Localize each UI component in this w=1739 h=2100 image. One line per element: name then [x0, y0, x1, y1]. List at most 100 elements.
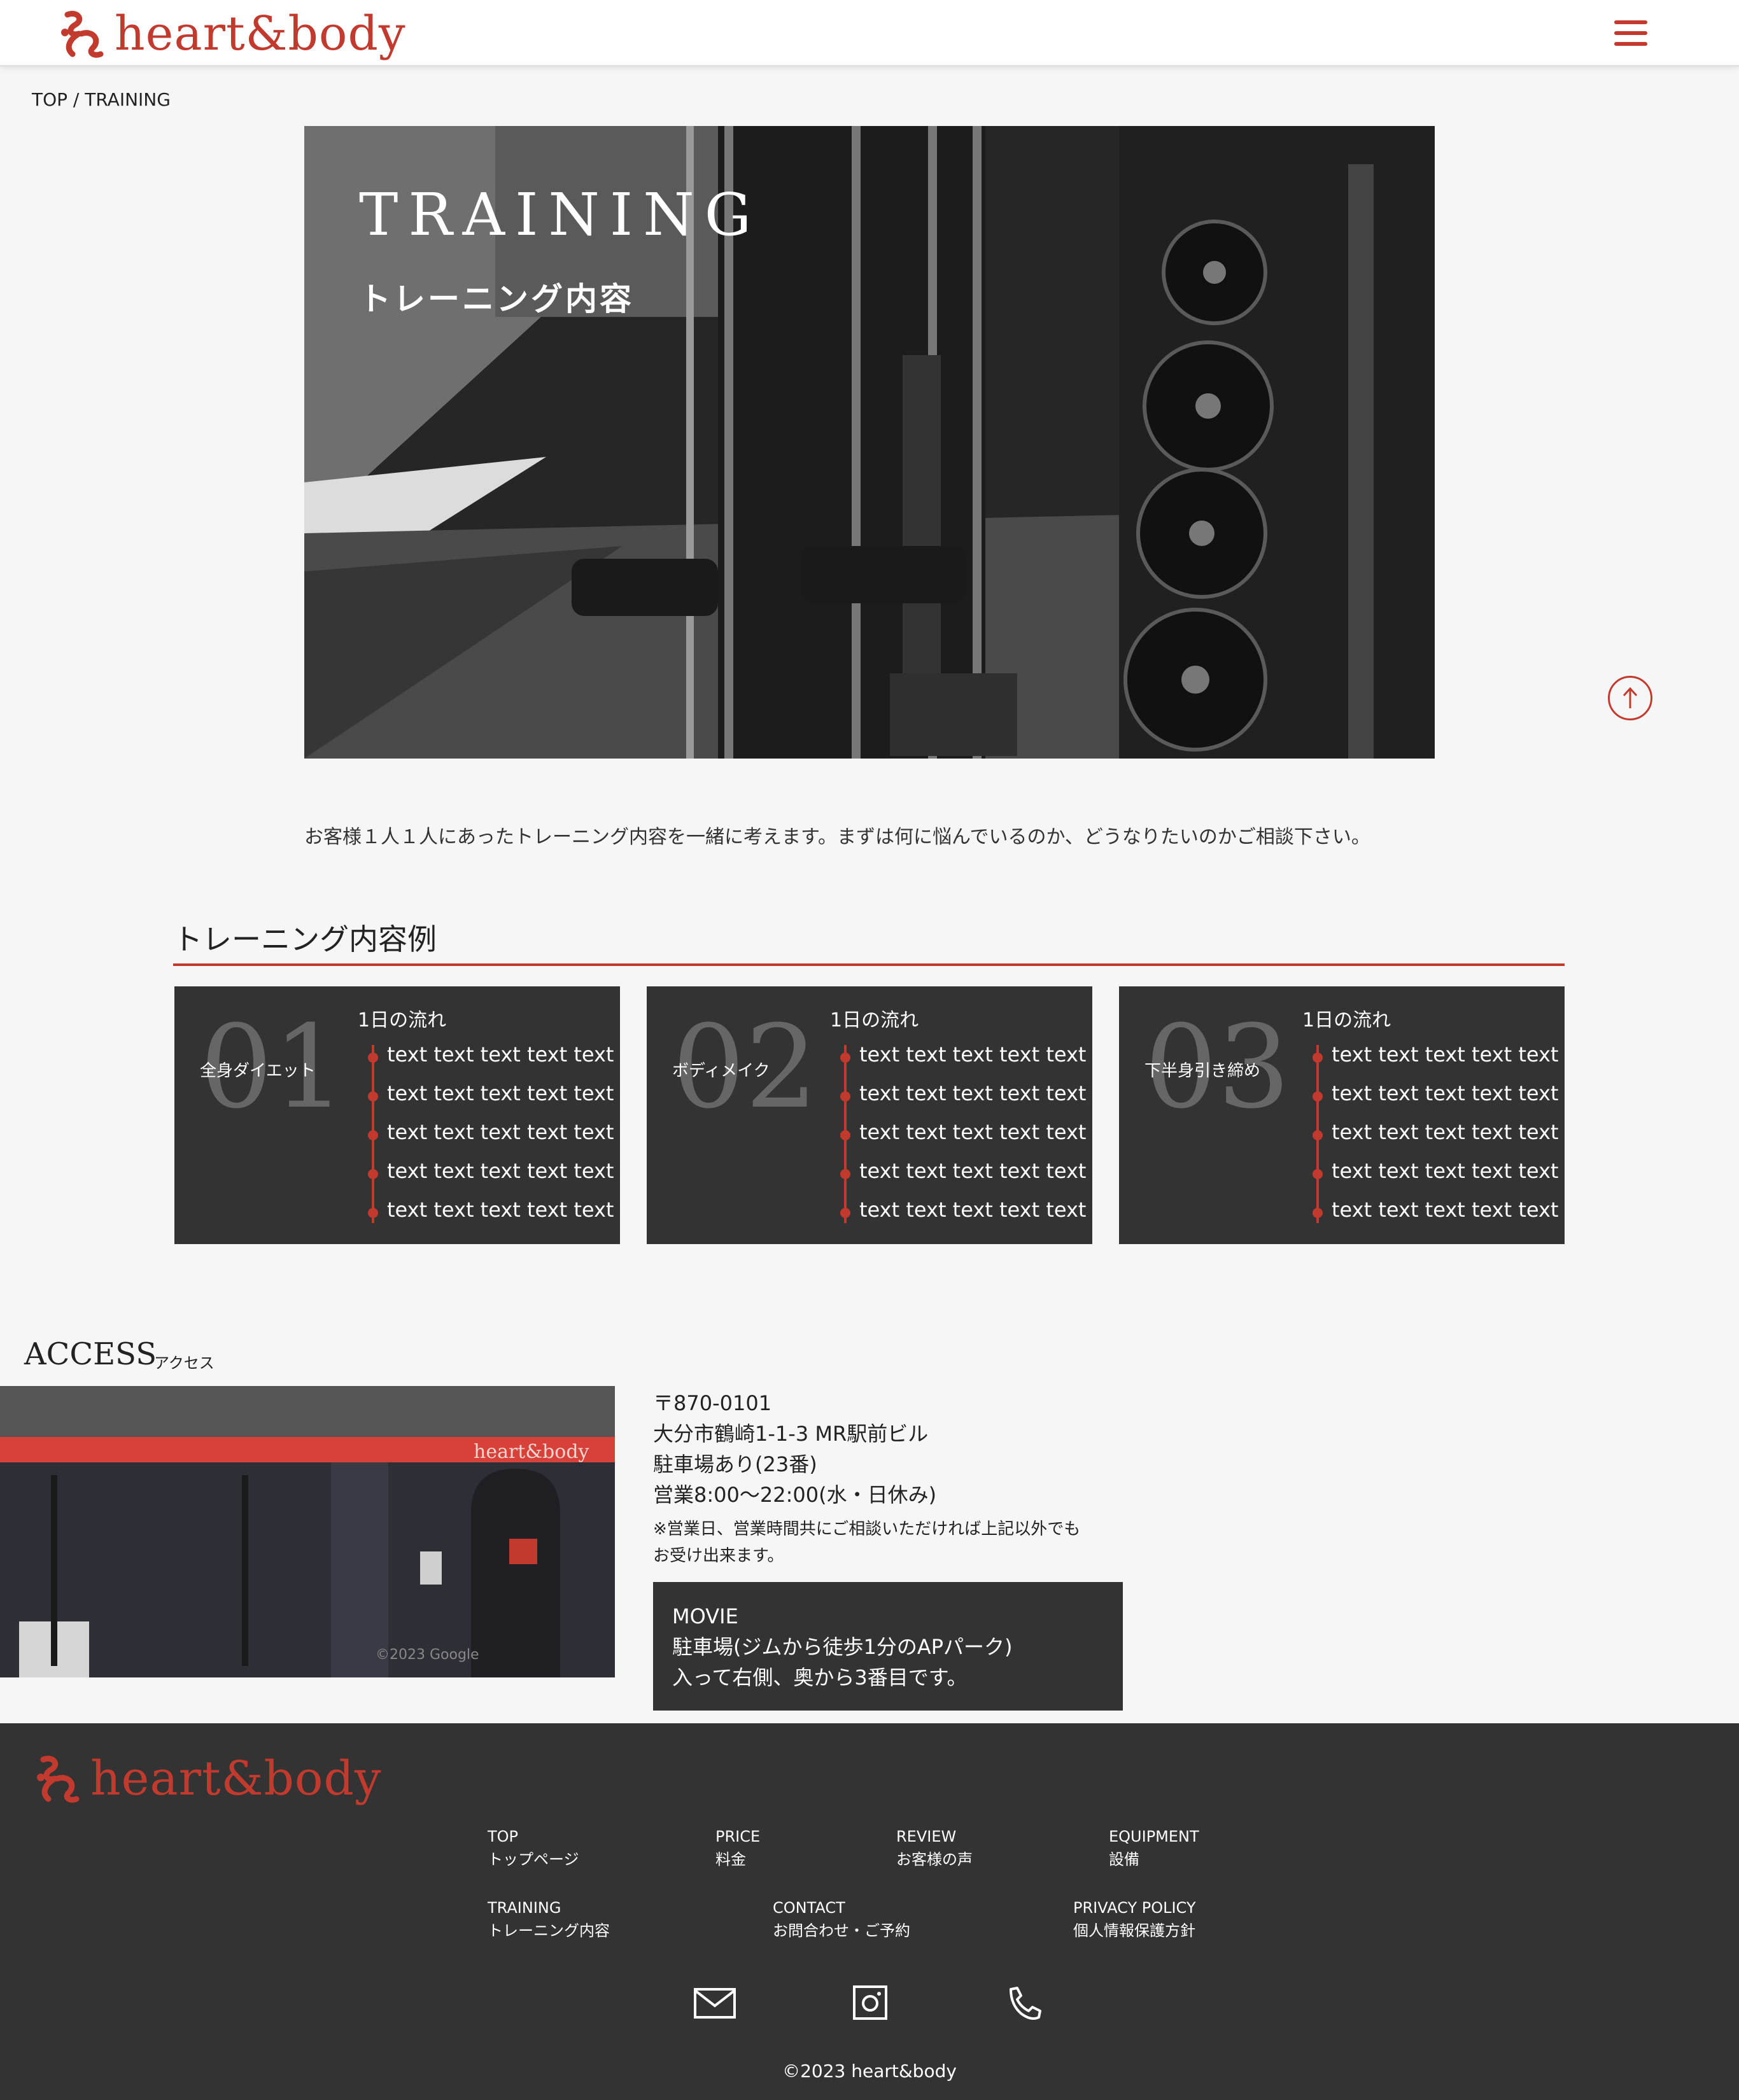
flow-item: text text text text text	[859, 1159, 1087, 1183]
storefront-image	[0, 1386, 615, 1677]
footer-nav-price[interactable]: PRICE 料金	[715, 1825, 760, 1871]
example-card: 02 ボディメイク 1日の流れ text text text text text…	[647, 986, 1092, 1244]
flow-label: 1日の流れ	[1302, 1009, 1391, 1032]
store-sign: heart&body	[474, 1441, 589, 1463]
nav-en: TRAINING	[488, 1899, 561, 1917]
flow-item: text text text text text	[859, 1042, 1087, 1067]
flow-item: text text text text text	[859, 1081, 1087, 1105]
timeline-dot	[368, 1130, 378, 1140]
timeline-dot	[840, 1091, 850, 1102]
brand-swirl-icon	[37, 1756, 80, 1803]
arrow-up-icon	[1623, 687, 1638, 708]
hamburger-menu-icon[interactable]	[1614, 20, 1647, 46]
menu-bar	[1614, 31, 1647, 35]
flow-item: text text text text text	[1332, 1198, 1559, 1222]
flow-item: text text text text text	[387, 1120, 614, 1144]
nav-ja: お問合わせ・ご予約	[773, 1922, 910, 1940]
examples-title: トレーニング内容例	[173, 922, 437, 956]
flow-item: text text text text text	[859, 1120, 1087, 1144]
timeline-dot	[368, 1208, 378, 1218]
footer-nav-training[interactable]: TRAINING トレーニング内容	[488, 1896, 610, 1942]
section-divider	[173, 963, 1565, 966]
mail-icon[interactable]	[693, 1985, 737, 2021]
instagram-icon[interactable]	[847, 1985, 891, 2021]
nav-ja: トップページ	[488, 1851, 579, 1868]
copyright: ©2023 heart&body	[782, 2061, 957, 2082]
menu-bar	[1614, 42, 1647, 46]
flow-item: text text text text text	[387, 1042, 614, 1067]
timeline-dot	[840, 1130, 850, 1140]
store-photo: heart&body ©2023 Google	[0, 1386, 615, 1677]
intro-text: お客様１人１人にあったトレーニング内容を一緒に考えます。まずは何に悩んでいるのか…	[304, 826, 1370, 848]
footer-nav-review[interactable]: REVIEW お客様の声	[896, 1825, 973, 1871]
footer-nav-top[interactable]: TOP トップページ	[488, 1825, 579, 1871]
timeline-dot	[368, 1169, 378, 1179]
movie-text: 入って右側、奥から3番目です。	[672, 1665, 968, 1690]
flow-item: text text text text text	[1332, 1081, 1559, 1105]
access-subtitle: アクセス	[154, 1354, 215, 1372]
timeline-dot	[1313, 1091, 1323, 1102]
timeline-dot	[1313, 1053, 1323, 1063]
nav-ja: お客様の声	[896, 1851, 973, 1868]
hero-image: TRAINING トレーニング内容	[304, 126, 1435, 759]
nav-ja: 料金	[715, 1851, 746, 1868]
hero-subtitle: トレーニング内容	[359, 280, 634, 318]
flow-item: text text text text text	[387, 1159, 614, 1183]
address-line: 〒870-0101	[653, 1391, 772, 1415]
example-card: 01 全身ダイエット 1日の流れ text text text text tex…	[174, 986, 620, 1244]
flow-item: text text text text text	[1332, 1042, 1559, 1067]
card-name: 下半身引き締め	[1144, 1061, 1261, 1081]
example-card: 03 下半身引き締め 1日の流れ text text text text tex…	[1119, 986, 1565, 1244]
flow-item: text text text text text	[387, 1198, 614, 1222]
menu-bar	[1614, 20, 1647, 24]
nav-en: REVIEW	[896, 1828, 957, 1845]
flow-item: text text text text text	[1332, 1120, 1559, 1144]
flow-item: text text text text text	[859, 1198, 1087, 1222]
photo-credit: ©2023 Google	[376, 1647, 479, 1663]
timeline-dot	[1313, 1169, 1323, 1179]
logo-text: heart&body	[115, 6, 406, 61]
timeline-dot	[840, 1053, 850, 1063]
nav-en: PRICE	[715, 1828, 761, 1845]
address-line: 大分市鶴崎1-1-3 MR駅前ビル	[653, 1422, 929, 1446]
nav-en: PRIVACY POLICY	[1073, 1899, 1196, 1917]
movie-box[interactable]: MOVIE 駐車場(ジムから徒歩1分のAPパーク) 入って右側、奥から3番目です…	[653, 1582, 1123, 1711]
footer-logo-text: heart&body	[90, 1751, 382, 1806]
site-header: heart&body	[0, 0, 1739, 67]
timeline-dot	[1313, 1208, 1323, 1218]
brand-swirl-icon	[61, 11, 104, 58]
hours-note: ※営業日、営業時間共にご相談いただければ上記以外でも	[653, 1520, 1081, 1539]
nav-en: CONTACT	[773, 1899, 845, 1917]
hours-note: お受け出来ます。	[653, 1546, 784, 1565]
nav-ja: 個人情報保護方針	[1073, 1922, 1195, 1940]
card-name: 全身ダイエット	[200, 1061, 316, 1081]
card-name: ボディメイク	[672, 1061, 770, 1081]
phone-icon[interactable]	[1002, 1985, 1046, 2021]
timeline-dot	[1313, 1130, 1323, 1140]
timeline-dot	[840, 1169, 850, 1179]
footer-logo[interactable]: heart&body	[32, 1751, 382, 1806]
hero-title: TRAINING	[359, 181, 762, 249]
footer-nav-equipment[interactable]: EQUIPMENT 設備	[1109, 1825, 1199, 1871]
hours-line: 営業8:00〜22:00(水・日休み)	[653, 1483, 937, 1507]
nav-en: EQUIPMENT	[1109, 1828, 1199, 1845]
access-title: ACCESS	[24, 1336, 157, 1372]
footer-nav-contact[interactable]: CONTACT お問合わせ・ご予約	[773, 1896, 910, 1942]
footer-nav-privacy[interactable]: PRIVACY POLICY 個人情報保護方針	[1073, 1896, 1196, 1942]
movie-text: 駐車場(ジムから徒歩1分のAPパーク)	[672, 1635, 1013, 1659]
timeline-dot	[368, 1091, 378, 1102]
breadcrumb[interactable]: TOP / TRAINING	[32, 89, 171, 110]
movie-label: MOVIE	[672, 1604, 738, 1628]
timeline-dot	[840, 1208, 850, 1218]
back-to-top-button[interactable]	[1608, 676, 1652, 720]
header-logo[interactable]: heart&body	[56, 6, 406, 61]
timeline-dot	[368, 1053, 378, 1063]
nav-en: TOP	[488, 1828, 519, 1845]
nav-ja: 設備	[1109, 1851, 1139, 1868]
nav-ja: トレーニング内容	[488, 1922, 610, 1940]
flow-item: text text text text text	[387, 1081, 614, 1105]
flow-item: text text text text text	[1332, 1159, 1559, 1183]
flow-label: 1日の流れ	[830, 1009, 919, 1032]
parking-line: 駐車場あり(23番)	[653, 1452, 817, 1476]
flow-label: 1日の流れ	[358, 1009, 447, 1032]
